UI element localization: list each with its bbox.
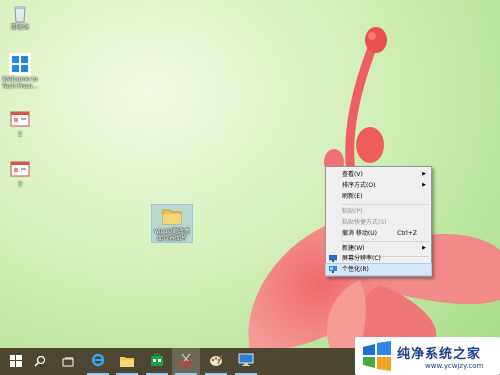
recycle-bin-icon	[10, 3, 30, 23]
desktop-icon-folder[interactable]: win10更改桌面背景图片	[151, 204, 193, 243]
folder-icon	[120, 352, 134, 371]
monitor-icon	[238, 352, 254, 371]
menu-item-shortcut: Ctrl+Z	[397, 230, 417, 237]
menu-item-view[interactable]: 查看(V) ▶	[326, 169, 431, 180]
menu-item-label: 排序方式(O)	[342, 182, 376, 189]
task-view-icon	[62, 352, 74, 371]
windows-start-icon	[10, 352, 22, 371]
remote-desktop-button[interactable]	[232, 348, 260, 375]
menu-item-sort-by[interactable]: 排序方式(O) ▶	[326, 180, 431, 191]
internet-explorer-icon	[91, 352, 105, 371]
ie-button[interactable]	[84, 348, 112, 375]
menu-item-label: 查看(V)	[342, 171, 363, 178]
search-button[interactable]	[26, 348, 54, 375]
menu-item-label: 粘贴(P)	[342, 208, 363, 215]
watermark-title: 纯净系统之家	[397, 347, 482, 362]
desktop-icon-recycle-bin[interactable]: 回收站	[0, 3, 40, 31]
menu-item-label: 撤消 移动(U)	[342, 230, 377, 237]
paint-icon	[209, 352, 223, 371]
desktop-icon-welcome[interactable]: Welcome to Tech Previ...	[0, 53, 40, 90]
desktop-icon-label: 3	[18, 181, 22, 188]
desktop-icon-label: 回收站	[10, 24, 29, 31]
desktop-icon-label: 2	[18, 131, 22, 138]
watermark: 纯净系统之家 www.ycwjzy.com	[355, 337, 500, 375]
folder-icon	[161, 205, 183, 227]
personalize-icon	[329, 266, 337, 273]
menu-separator	[342, 241, 429, 242]
menu-item-refresh[interactable]: 刷新(E)	[326, 191, 431, 202]
menu-item-paste[interactable]: 粘贴(P)	[326, 206, 431, 217]
menu-item-undo-move[interactable]: 撤消 移动(U) Ctrl+Z	[326, 228, 431, 239]
desktop-icon-label: Welcome to Tech Previ...	[2, 76, 38, 90]
menu-item-personalize[interactable]: 个性化(R)	[325, 263, 432, 276]
submenu-arrow-icon: ▶	[422, 182, 426, 188]
paint-button[interactable]	[202, 348, 230, 375]
menu-item-screen-resolution[interactable]: 屏幕分辨率(C)	[326, 253, 431, 264]
watermark-logo-icon	[361, 341, 393, 375]
menu-item-label: 屏幕分辨率(C)	[342, 255, 381, 262]
menu-separator	[342, 204, 429, 205]
desktop-icon-2[interactable]: 2	[0, 110, 40, 138]
document-icon	[10, 110, 30, 130]
menu-item-label: 个性化(R)	[342, 266, 369, 273]
menu-item-label: 刷新(E)	[342, 193, 363, 200]
windows-logo-icon	[9, 53, 31, 75]
desktop-icon-label: win10更改桌面背景图片	[153, 228, 190, 242]
menu-item-label: 粘贴快捷方式(S)	[342, 219, 387, 226]
scissors-icon	[179, 352, 193, 371]
snipping-tool-button[interactable]	[172, 348, 200, 375]
file-explorer-button[interactable]	[113, 348, 141, 375]
submenu-arrow-icon: ▶	[422, 171, 426, 177]
desktop-context-menu: 查看(V) ▶ 排序方式(O) ▶ 刷新(E) 粘贴(P) 粘贴快捷方式(S) …	[325, 166, 432, 277]
watermark-url: www.ycwjzy.com	[425, 362, 484, 370]
display-icon	[328, 254, 338, 262]
desktop-icon-3[interactable]: 3	[0, 160, 40, 188]
menu-item-label: 新建(W)	[342, 245, 365, 252]
store-icon	[150, 352, 164, 371]
document-icon	[10, 160, 30, 180]
menu-item-paste-shortcut[interactable]: 粘贴快捷方式(S)	[326, 217, 431, 228]
search-icon	[34, 352, 46, 371]
store-button[interactable]	[143, 348, 171, 375]
task-view-button[interactable]	[54, 348, 82, 375]
